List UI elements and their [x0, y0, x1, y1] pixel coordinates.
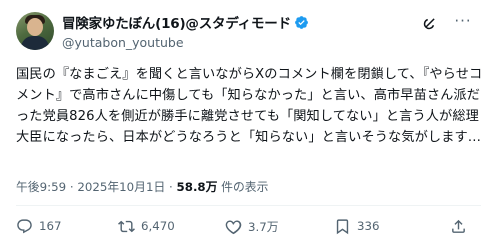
reply-count: 167	[39, 219, 62, 233]
retweet-button[interactable]: 6,470	[118, 216, 175, 236]
retweet-icon	[118, 220, 135, 232]
user-handle[interactable]: @yutabon_youtube	[62, 35, 309, 50]
like-button[interactable]: 3.7万	[225, 216, 279, 236]
avatar-face	[27, 18, 43, 36]
share-button[interactable]	[450, 216, 473, 236]
bookmark-count: 336	[357, 219, 380, 233]
retweet-count: 6,470	[141, 219, 175, 233]
like-count: 3.7万	[248, 219, 279, 234]
grok-icon[interactable]	[421, 14, 439, 32]
tweet-time[interactable]: 午後9:59	[16, 180, 66, 194]
avatar[interactable]	[16, 12, 54, 50]
tweet-meta: 午後9:59 · 2025年10月1日 · 58.8万 件の表示	[16, 178, 268, 195]
share-icon	[452, 219, 465, 233]
user-info: 冒険家ゆたぼん(16)@スタディモード @yutabon_youtube	[62, 13, 309, 50]
name-row: 冒険家ゆたぼん(16)@スタディモード	[62, 12, 309, 32]
action-bar: 167 6,470 3.7万 336	[16, 216, 486, 236]
tweet-text: 国民の『なまごえ』を聞くと言いながらXのコメント欄を閉鎖して、『やらせコメント』…	[16, 67, 483, 145]
views-label: 件の表示	[217, 180, 269, 194]
heart-icon	[225, 219, 242, 234]
reply-icon	[17, 218, 32, 233]
meta-separator: ·	[69, 180, 74, 194]
display-name[interactable]: 冒険家ゆたぼん(16)@スタディモード	[62, 12, 291, 32]
verified-badge-icon	[294, 15, 308, 29]
tweet-date[interactable]: 2025年10月1日	[77, 180, 165, 194]
views-count: 58.8万	[176, 180, 218, 194]
bookmark-button[interactable]: 336	[334, 216, 380, 236]
bookmark-icon	[336, 218, 349, 234]
more-options-icon[interactable]: ···	[450, 12, 476, 32]
divider	[16, 205, 481, 206]
avatar-body	[21, 36, 49, 50]
reply-button[interactable]: 167	[16, 216, 62, 236]
meta-separator: ·	[169, 180, 173, 194]
